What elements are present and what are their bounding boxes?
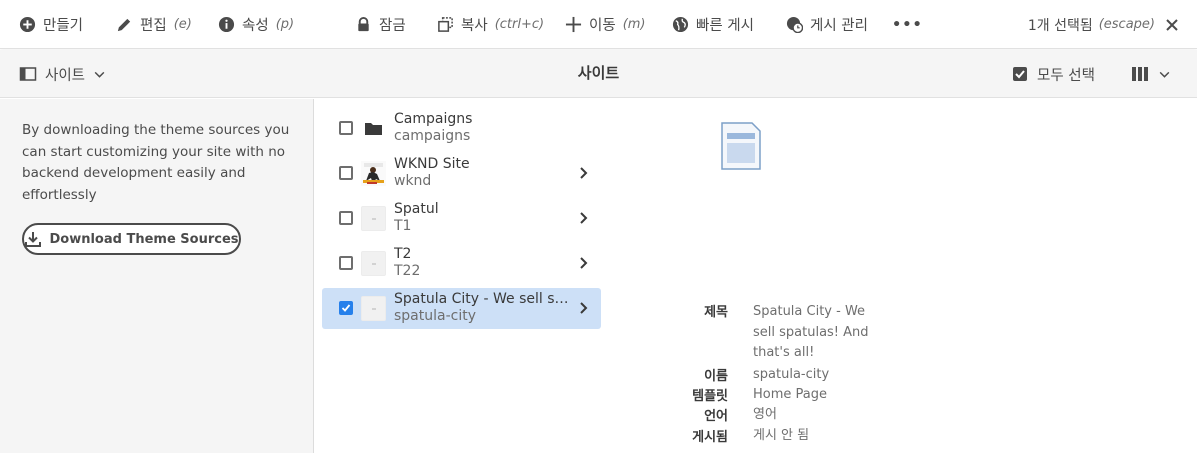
rail-toggle-button[interactable]: 사이트 — [19, 50, 106, 98]
select-all-icon — [1013, 67, 1027, 81]
meta-value-template: Home Page — [753, 387, 827, 402]
row-checkbox[interactable] — [339, 211, 353, 225]
move-label: 이동 — [589, 18, 616, 34]
info-icon — [218, 16, 235, 33]
globe-clock-icon — [786, 16, 803, 33]
site-thumbnail — [361, 161, 386, 186]
list-item-t22[interactable]: T2 T22 — [322, 243, 601, 284]
row-checkbox[interactable] — [339, 121, 353, 135]
meta-value-line: sell spatulas! And — [753, 324, 869, 340]
page-thumbnail — [361, 251, 386, 276]
sub-toolbar: 사이트 사이트 모두 선택 — [0, 50, 1197, 98]
add-circle-icon — [19, 16, 36, 33]
select-all-button[interactable]: 모두 선택 — [1011, 50, 1095, 98]
move-shortcut: (m) — [622, 17, 646, 32]
list-item-t1[interactable]: Spatul T1 — [322, 198, 601, 239]
checkmark-icon — [341, 304, 351, 312]
copy-icon — [438, 17, 453, 32]
rail-toggle-label: 사이트 — [45, 67, 86, 84]
globe-icon — [672, 16, 689, 33]
list-item-spatula-city[interactable]: Spatula City - We sell spatulas! And tha… — [322, 288, 601, 329]
column-view-icon — [1132, 67, 1148, 81]
rail-description: By downloading the theme sources you can… — [22, 122, 290, 204]
row-name: wknd — [394, 173, 432, 189]
more-icon: ••• — [892, 16, 923, 33]
meta-value-title: Spatula City - We sell spatulas! And tha… — [753, 302, 873, 364]
chevron-down-icon — [94, 71, 105, 78]
quick-publish-button[interactable]: 빠른 게시 — [672, 0, 754, 49]
meta-value-published: 게시 안 됨 — [753, 428, 810, 443]
manage-publication-label: 게시 관리 — [810, 18, 868, 34]
row-name: spatula-city — [394, 308, 477, 324]
copy-shortcut: (ctrl+c) — [494, 17, 545, 32]
close-icon[interactable] — [1165, 18, 1179, 32]
download-button-label: Download Theme Sources — [49, 231, 239, 247]
row-checkbox[interactable] — [339, 166, 353, 180]
copy-button[interactable]: 복사 (ctrl+c) — [437, 0, 544, 49]
view-switcher[interactable] — [1131, 50, 1171, 98]
properties-button[interactable]: 속성 (p) — [218, 0, 294, 49]
folder-icon — [361, 116, 386, 141]
lock-icon — [358, 16, 369, 32]
selection-count: 1개 선택됨 — [1027, 17, 1093, 34]
meta-label-published: 게시됨 — [692, 430, 728, 445]
download-icon — [25, 232, 42, 247]
page-thumbnail — [361, 296, 386, 321]
chevron-right-icon[interactable] — [577, 166, 591, 180]
manage-publication-button[interactable]: 게시 관리 — [786, 0, 868, 49]
meta-label-language: 언어 — [704, 409, 728, 424]
quick-publish-label: 빠른 게시 — [696, 18, 754, 34]
row-title: Spatula City - We sell spatulas! And tha… — [394, 291, 576, 307]
chevron-right-icon[interactable] — [577, 211, 591, 225]
pencil-icon — [117, 18, 131, 32]
list-item-wknd[interactable]: WKND Site wknd — [322, 153, 601, 194]
row-checkbox[interactable] — [339, 256, 353, 270]
selection-shortcut: (escape) — [1098, 17, 1155, 32]
list-item-campaigns[interactable]: Campaigns campaigns — [322, 108, 601, 149]
rail-icon — [19, 67, 37, 81]
properties-shortcut: (p) — [275, 17, 295, 32]
row-name: T1 — [394, 218, 412, 234]
preview-panel: 제목 Spatula City - We sell spatulas! And … — [608, 99, 1197, 453]
edit-button[interactable]: 편집 (e) — [116, 0, 192, 49]
lock-label: 잠금 — [379, 18, 406, 34]
chevron-right-icon[interactable] — [577, 301, 591, 315]
page-thumbnail — [361, 206, 386, 231]
meta-label-title: 제목 — [704, 305, 728, 320]
edit-shortcut: (e) — [173, 17, 192, 32]
row-checkbox[interactable] — [339, 301, 353, 315]
row-title: Campaigns — [394, 111, 473, 127]
row-name: campaigns — [394, 128, 471, 144]
meta-label-template: 템플릿 — [692, 389, 728, 404]
left-rail: By downloading the theme sources you can… — [0, 99, 314, 453]
move-icon — [565, 16, 582, 33]
create-label: 만들기 — [43, 18, 84, 34]
copy-label: 복사 — [461, 18, 488, 34]
page-icon — [721, 122, 761, 170]
row-name: T22 — [394, 263, 421, 279]
edit-label: 편집 — [140, 18, 167, 34]
meta-value-line: Spatula City - We — [753, 304, 866, 319]
chevron-down-icon — [1159, 71, 1170, 78]
create-button[interactable]: 만들기 — [19, 0, 83, 49]
row-title: WKND Site — [394, 156, 470, 172]
chevron-right-icon[interactable] — [577, 256, 591, 270]
properties-label: 속성 — [242, 18, 269, 34]
column-view: Campaigns campaigns WKND Site wknd Spatu… — [315, 99, 608, 453]
meta-label-name: 이름 — [704, 369, 728, 384]
download-theme-sources-button[interactable]: Download Theme Sources — [22, 223, 241, 255]
meta-value-line: that's all! — [753, 345, 815, 360]
action-bar: 만들기 편집 (e) 속성 (p) 잠금 복사 (ctrl+c) 이동 (m) … — [0, 0, 1197, 49]
meta-value-name: spatula-city — [753, 367, 830, 382]
row-title: Spatul — [394, 201, 439, 217]
selection-status: 1개 선택됨 (escape) — [1028, 0, 1179, 49]
row-title: T2 — [394, 246, 412, 262]
move-button[interactable]: 이동 (m) — [565, 0, 646, 49]
select-all-label: 모두 선택 — [1037, 67, 1095, 84]
meta-value-language: 영어 — [753, 407, 777, 422]
lock-button[interactable]: 잠금 — [355, 0, 406, 49]
more-actions-button[interactable]: ••• — [892, 0, 923, 49]
